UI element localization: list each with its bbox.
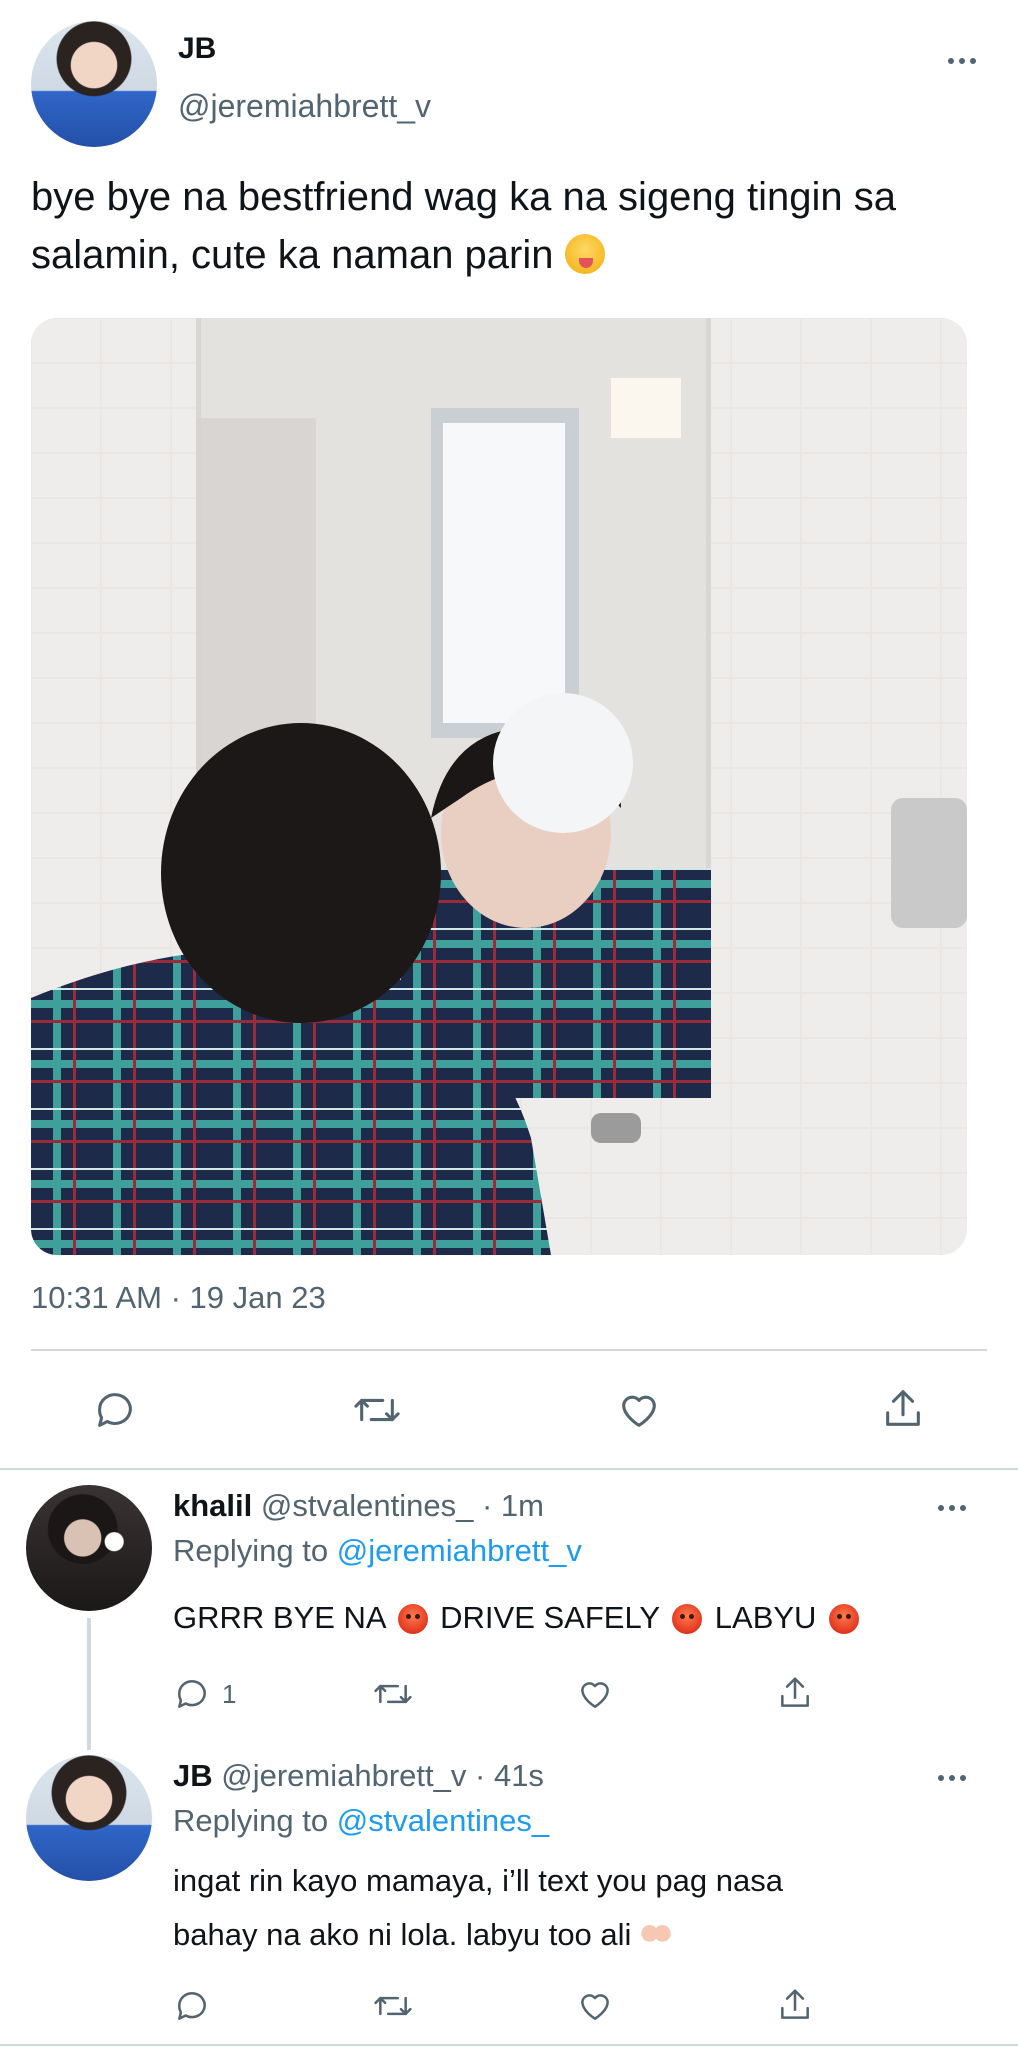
tweet-timestamp[interactable]: 10:31 AM · 19 Jan 23 [31,1280,326,1316]
reply-share-icon[interactable] [776,1985,814,2025]
reply-share-icon[interactable] [776,1673,814,1713]
replying-to-link[interactable]: @jeremiahbrett_v [337,1533,582,1568]
more-options-icon[interactable] [948,58,976,64]
retweet-icon[interactable] [352,1387,402,1433]
reply-text-part: LABYU [714,1600,817,1635]
reply-icon[interactable] [92,1387,138,1433]
yum-emoji-icon [564,234,605,274]
reply-retweet-icon[interactable] [372,1987,414,2025]
heart-hands-icon [640,1923,673,1949]
replying-to: Replying to @jeremiahbrett_v [173,1533,582,1569]
replying-to-label: Replying to [173,1533,329,1568]
section-divider [0,1468,1018,1470]
reply-reply-icon[interactable] [173,1675,211,1713]
reply-like-icon[interactable] [575,1675,615,1713]
reply-text-part: DRIVE SAFELY [440,1600,660,1635]
reply-header: khalil @stvalentines_ · 1m [173,1488,544,1524]
reply-time[interactable]: · 1m [482,1488,544,1523]
angry-face-icon [829,1604,860,1634]
reply-text-line-wrap: bahay na ako ni lola. labyu too ali [173,1908,783,1962]
replying-to-label: Replying to [173,1803,329,1838]
tweet-text-content: bye bye na bestfriend wag ka na sigeng t… [31,175,897,277]
divider [31,1349,987,1351]
reply-reply-icon[interactable] [173,1987,211,2025]
replying-to-link[interactable]: @stvalentines_ [337,1803,549,1838]
avatar[interactable] [31,21,157,147]
like-icon[interactable] [615,1387,663,1433]
reply-time[interactable]: · 41s [475,1758,544,1793]
reply-count: 1 [222,1679,237,1709]
reply-avatar[interactable] [26,1755,152,1881]
bathroom-photo [31,318,967,1255]
share-icon[interactable] [880,1385,926,1433]
tweet-text: bye bye na bestfriend wag ka na sigeng t… [31,168,911,284]
angry-face-icon [672,1604,703,1634]
reply-author-handle[interactable]: @stvalentines_ [261,1488,473,1523]
reply-author-name[interactable]: khalil [173,1488,252,1523]
reply-author-handle[interactable]: @jeremiahbrett_v [221,1758,466,1793]
replying-to: Replying to @stvalentines_ [173,1803,549,1839]
angry-face-icon [397,1604,428,1634]
reply-more-options-icon[interactable] [938,1505,966,1511]
reply-text-line: bahay na ako ni lola. labyu too ali [173,1917,632,1952]
reply-like-icon[interactable] [575,1987,615,2025]
tweet-image[interactable] [31,318,967,1255]
thread-line [87,1618,91,1750]
reply-text-line: ingat rin kayo mamaya, i’ll text you pag… [173,1863,783,1898]
author-name[interactable]: JB [178,32,216,66]
reply-text-part: GRRR BYE NA [173,1600,385,1635]
reply-header: JB @jeremiahbrett_v · 41s [173,1758,544,1794]
reply-text: ingat rin kayo mamaya, i’ll text you pag… [173,1854,783,1962]
reply-retweet-icon[interactable] [372,1675,414,1713]
reply-more-options-icon[interactable] [938,1775,966,1781]
reply-author-name[interactable]: JB [173,1758,213,1793]
author-handle[interactable]: @jeremiahbrett_v [178,88,431,125]
bottom-divider [0,2044,1018,2046]
reply-avatar[interactable] [26,1485,152,1611]
reply-text: GRRR BYE NA DRIVE SAFELY LABYU [173,1600,863,1636]
